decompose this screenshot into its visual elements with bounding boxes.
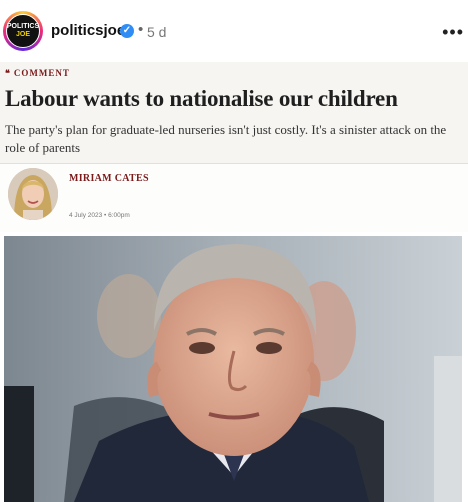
logo-text-top: POLITICS — [6, 23, 40, 30]
article-headline: Labour wants to nationalise our children — [5, 86, 398, 111]
publish-date: 4 July 2023 • 6:00pm — [69, 212, 130, 219]
author-name[interactable]: MIRIAM CATES — [69, 173, 149, 184]
verified-badge-icon: ✓ — [120, 24, 134, 38]
post-timestamp[interactable]: 5 d — [147, 24, 166, 40]
article-screenshot: ❝ COMMENT Labour wants to nationalise our… — [0, 62, 468, 502]
section-label: ❝ COMMENT — [5, 68, 70, 79]
author-photo — [8, 168, 58, 220]
post-header: POLITICS JOE politicsjoe ✓ • 5 d ••• — [0, 0, 468, 62]
quote-icon: ❝ — [5, 68, 11, 78]
logo-text-bottom: JOE — [15, 31, 30, 38]
more-options-icon[interactable]: ••• — [442, 22, 464, 43]
account-username[interactable]: politicsjoe — [51, 22, 125, 39]
account-avatar[interactable]: POLITICS JOE — [3, 11, 43, 51]
byline: MIRIAM CATES 4 July 2023 • 6:00pm — [0, 164, 468, 232]
account-logo: POLITICS JOE — [6, 14, 40, 48]
article-standfirst: The party's plan for graduate-led nurser… — [5, 122, 447, 155]
article-photo — [4, 236, 462, 502]
separator-dot: • — [138, 21, 144, 38]
section-text: COMMENT — [13, 68, 70, 78]
article-header: ❝ COMMENT Labour wants to nationalise our… — [0, 62, 468, 164]
